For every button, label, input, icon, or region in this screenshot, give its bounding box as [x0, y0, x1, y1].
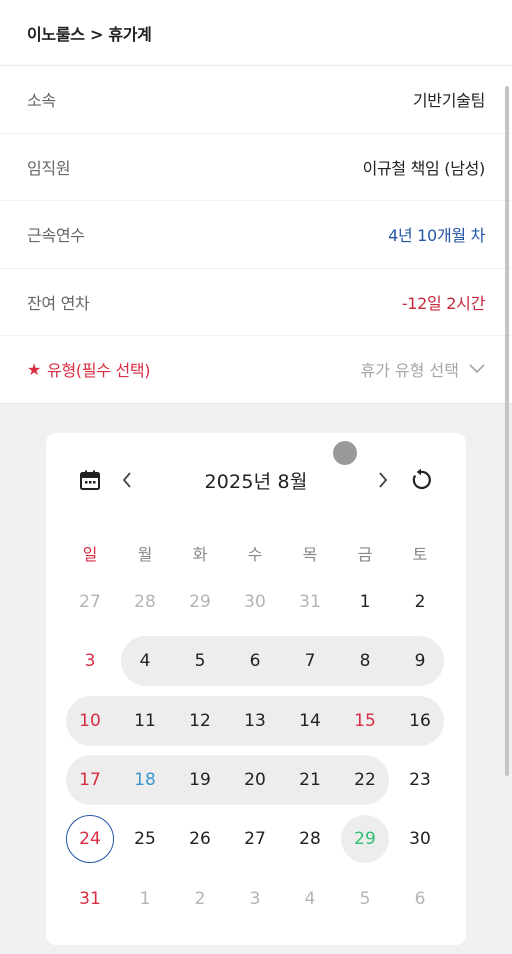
- calendar-day[interactable]: 26: [177, 816, 223, 862]
- calendar-day[interactable]: 30: [232, 579, 278, 625]
- calendar-day[interactable]: 16: [397, 698, 443, 744]
- app-header: 이노룰스 > 휴가계: [0, 0, 512, 66]
- remaining-leave-row: 잔여 연차 -12일 2시간: [0, 269, 512, 336]
- dept-row: 소속 기반기술팀: [0, 66, 512, 134]
- selected-range: [121, 636, 444, 686]
- selected-range: [66, 755, 389, 805]
- tenure-value: 4년 10개월 차: [388, 226, 485, 246]
- calendar-day[interactable]: 19: [177, 757, 223, 803]
- calendar-day[interactable]: 10: [67, 698, 113, 744]
- calendar-day[interactable]: 3: [232, 876, 278, 922]
- calendar-day[interactable]: 4: [287, 876, 333, 922]
- calendar-day[interactable]: 14: [287, 698, 333, 744]
- calendar-day[interactable]: 5: [177, 638, 223, 684]
- remaining-leave-label: 잔여 연차: [27, 293, 90, 313]
- employee-info: 소속 기반기술팀 임직원 이규철 책임 (남성) 근속연수 4년 10개월 차 …: [0, 66, 512, 404]
- calendar-day[interactable]: 30: [397, 816, 443, 862]
- employee-value: 이규철 책임 (남성): [362, 158, 486, 178]
- calendar-day[interactable]: 31: [67, 876, 113, 922]
- calendar-day[interactable]: 17: [67, 757, 113, 803]
- calendar-day[interactable]: 23: [397, 757, 443, 803]
- calendar-day[interactable]: 5: [342, 876, 388, 922]
- calendar-day[interactable]: 31: [287, 579, 333, 625]
- calendar-day[interactable]: 11: [122, 698, 168, 744]
- calendar-day[interactable]: 15: [342, 698, 388, 744]
- leave-type-row[interactable]: ★ 유형(필수 선택) 휴가 유형 선택: [0, 336, 512, 404]
- calendar-day[interactable]: 8: [342, 638, 388, 684]
- leave-type-select[interactable]: 휴가 유형 선택: [361, 357, 486, 381]
- calendar-day[interactable]: 13: [232, 698, 278, 744]
- calendar-day[interactable]: 24: [66, 815, 114, 863]
- weekday-label: 수: [247, 545, 263, 564]
- calendar-day[interactable]: 27: [232, 816, 278, 862]
- next-month-button[interactable]: [372, 467, 394, 493]
- weekday-label: 월: [137, 545, 153, 564]
- tenure-label: 근속연수: [27, 226, 85, 246]
- weekday-label: 일: [82, 545, 98, 564]
- calendar-card: 2025년 8월 일 월 화 수 목 금 토 27 28 29 30 31 1 2 3 4 5 6 7 8 9 10 11 1…: [46, 433, 466, 945]
- calendar-day[interactable]: 7: [287, 638, 333, 684]
- dept-label: 소속: [27, 91, 56, 111]
- calendar-day[interactable]: 4: [122, 638, 168, 684]
- calendar-day[interactable]: 6: [232, 638, 278, 684]
- employee-row: 임직원 이규철 책임 (남성): [0, 134, 512, 201]
- chevron-down-icon: [469, 364, 485, 374]
- refresh-icon[interactable]: [409, 468, 433, 492]
- calendar-day[interactable]: 6: [397, 876, 443, 922]
- dept-value: 기반기술팀: [412, 91, 485, 111]
- calendar-header: 2025년 8월: [46, 463, 466, 497]
- leave-type-label: ★ 유형(필수 선택): [27, 357, 151, 381]
- leave-type-placeholder: 휴가 유형 선택: [360, 361, 460, 381]
- calendar-day[interactable]: 29: [341, 815, 389, 863]
- weekday-label: 화: [192, 545, 208, 564]
- calendar-day[interactable]: 29: [177, 579, 223, 625]
- calendar-day[interactable]: 20: [232, 757, 278, 803]
- weekday-label: 목: [302, 545, 318, 564]
- calendar-day[interactable]: 28: [122, 579, 168, 625]
- weekday-label: 금: [357, 545, 373, 564]
- weekday-label: 토: [412, 545, 428, 564]
- breadcrumb: 이노룰스 > 휴가계: [27, 24, 152, 44]
- drag-handle[interactable]: [333, 441, 357, 465]
- chevron-right-icon: [379, 472, 388, 488]
- calendar-day[interactable]: 2: [397, 579, 443, 625]
- leave-type-label-text: 유형(필수 선택): [47, 361, 151, 381]
- remaining-leave-value: -12일 2시간: [401, 293, 485, 313]
- tenure-row: 근속연수 4년 10개월 차: [0, 201, 512, 269]
- calendar-day[interactable]: 2: [177, 876, 223, 922]
- calendar-day[interactable]: 9: [397, 638, 443, 684]
- calendar-day[interactable]: 25: [122, 816, 168, 862]
- calendar-day[interactable]: 3: [67, 638, 113, 684]
- calendar-day[interactable]: 22: [342, 757, 388, 803]
- calendar-day[interactable]: 18: [122, 757, 168, 803]
- calendar-day[interactable]: 12: [177, 698, 223, 744]
- scrollbar[interactable]: [505, 86, 509, 776]
- calendar-day[interactable]: 21: [287, 757, 333, 803]
- calendar-day[interactable]: 1: [342, 579, 388, 625]
- calendar-day[interactable]: 1: [122, 876, 168, 922]
- employee-label: 임직원: [27, 158, 71, 178]
- month-label: 2025년 8월: [204, 471, 308, 493]
- calendar-day[interactable]: 28: [287, 816, 333, 862]
- required-star-icon: ★: [27, 359, 42, 379]
- calendar-day[interactable]: 27: [67, 579, 113, 625]
